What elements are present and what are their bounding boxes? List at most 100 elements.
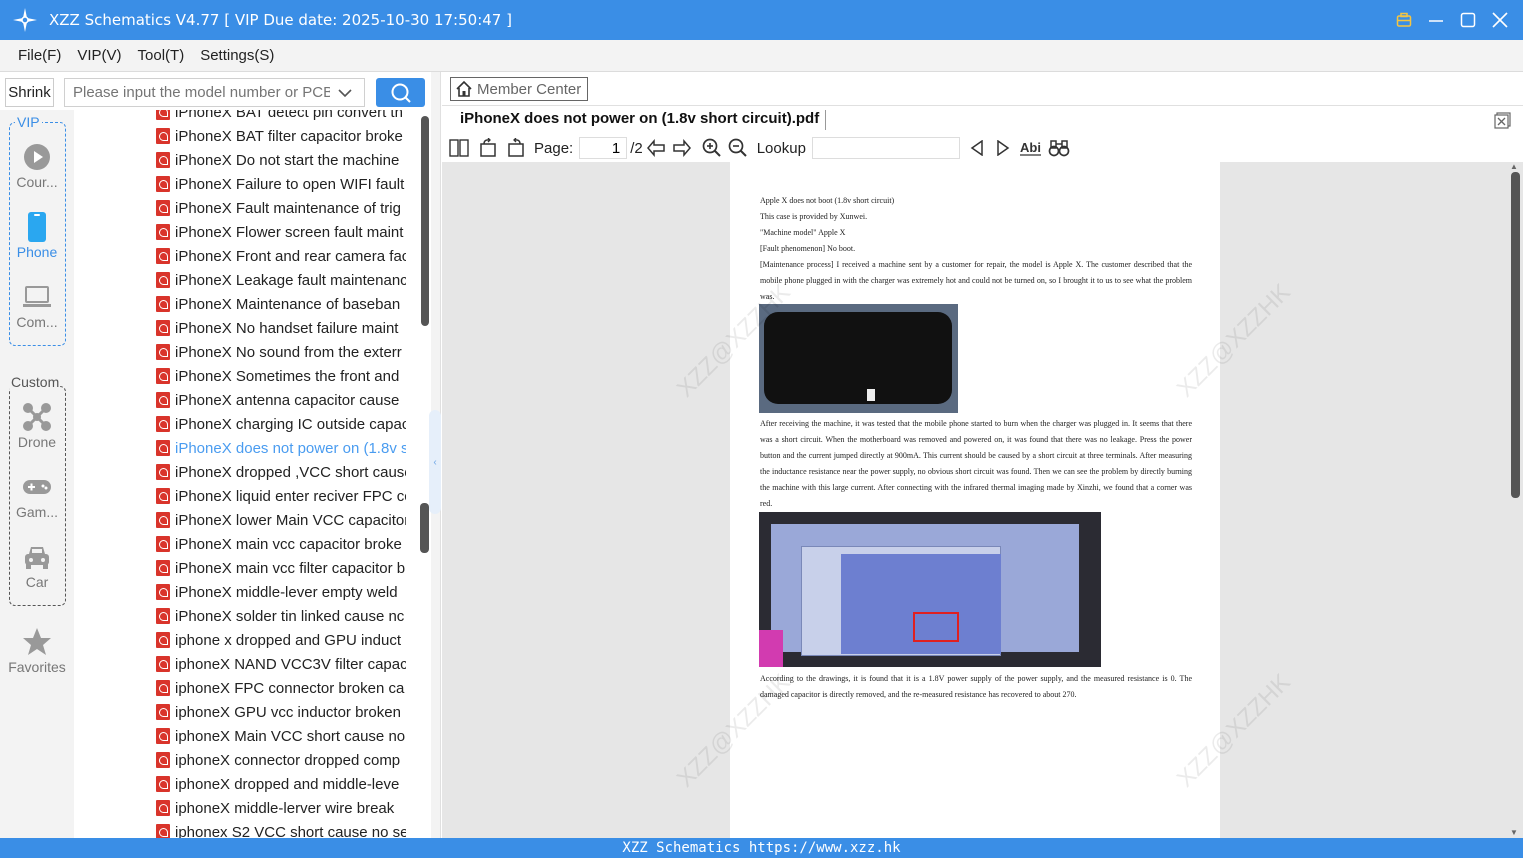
- pdf-file-icon: [156, 320, 170, 336]
- scroll-up-arrow-icon[interactable]: ▲: [1510, 162, 1518, 171]
- home-icon: [456, 80, 472, 97]
- list-item[interactable]: iphoneX dropped and middle-leve: [156, 772, 406, 796]
- sidebar-item-favorites[interactable]: Favorites: [0, 625, 74, 675]
- file-list-scrollbar[interactable]: [421, 116, 429, 326]
- list-item-label: iphonex S2 VCC short cause no ser: [175, 823, 406, 839]
- list-item[interactable]: iPhoneX solder tin linked cause nc: [156, 604, 406, 628]
- sidebar-item-label: Phone: [16, 244, 58, 260]
- list-item[interactable]: iPhoneX No sound from the exterr: [156, 340, 406, 364]
- sidebar-item-courses[interactable]: Cour...: [0, 140, 74, 190]
- pdf-file-icon: [156, 344, 170, 360]
- list-item[interactable]: iPhoneX liquid enter reciver FPC cc: [156, 484, 406, 508]
- pdf-file-icon: [156, 752, 170, 768]
- list-item-label: iPhoneX Sometimes the front and: [175, 367, 400, 385]
- list-item[interactable]: iphoneX GPU vcc inductor broken: [156, 700, 406, 724]
- close-tabs-icon[interactable]: [1494, 112, 1511, 129]
- list-item[interactable]: iPhoneX BAT detect pin convert th: [156, 110, 406, 124]
- list-item[interactable]: iPhoneX Flower screen fault maint: [156, 220, 406, 244]
- list-item[interactable]: iPhoneX lower Main VCC capacitor: [156, 508, 406, 532]
- two-page-view-icon[interactable]: [448, 137, 470, 159]
- member-center-button[interactable]: Member Center: [450, 77, 588, 101]
- list-item[interactable]: iphoneX connector dropped comp: [156, 748, 406, 772]
- pdf-toolbar: Page: /2 Lookup Abi: [442, 134, 1523, 162]
- list-item[interactable]: iPhoneX Maintenance of baseban: [156, 292, 406, 316]
- viewer-scrollbar[interactable]: [1511, 172, 1520, 498]
- find-next-icon[interactable]: [992, 137, 1014, 159]
- menu-settings[interactable]: Settings(S): [200, 47, 274, 64]
- sidebar-item-game[interactable]: Gam...: [0, 470, 74, 520]
- zoom-out-icon[interactable]: [727, 137, 749, 159]
- list-item[interactable]: iPhoneX Failure to open WIFI fault: [156, 172, 406, 196]
- pdf-file-icon: [156, 110, 170, 120]
- shrink-button[interactable]: Shrink: [5, 78, 54, 107]
- list-item-label: iPhoneX antenna capacitor cause: [175, 391, 400, 409]
- list-item[interactable]: iPhoneX Front and rear camera fac: [156, 244, 406, 268]
- list-item[interactable]: iPhoneX dropped ,VCC short cause: [156, 460, 406, 484]
- close-button[interactable]: [1491, 11, 1509, 29]
- window-title: XZZ Schematics V4.77 [ VIP Due date: 202…: [49, 11, 512, 29]
- find-previous-icon[interactable]: [966, 137, 988, 159]
- pdf-file-icon: [156, 272, 170, 288]
- page-label: Page:: [534, 139, 574, 157]
- list-item[interactable]: iPhoneX does not power on (1.8v s: [156, 436, 406, 460]
- search-input[interactable]: [65, 84, 330, 101]
- category-sidebar: VIP Cour... Phone Com... Custom Drone Ga…: [0, 110, 74, 838]
- rotate-left-icon[interactable]: [478, 137, 500, 159]
- pdf-viewer[interactable]: Apple X does not boot (1.8v short circui…: [442, 162, 1523, 838]
- sidebar-item-drone[interactable]: Drone: [0, 400, 74, 450]
- match-case-icon[interactable]: Abi: [1018, 137, 1044, 159]
- list-item-label: iphoneX middle-lerver wire break: [175, 799, 395, 817]
- previous-page-arrow-icon[interactable]: [645, 137, 667, 159]
- list-item[interactable]: iPhoneX main vcc capacitor broke: [156, 532, 406, 556]
- briefcase-icon[interactable]: [1395, 11, 1413, 29]
- menu-file[interactable]: File(F): [18, 47, 61, 64]
- gamepad-icon: [0, 470, 74, 504]
- minimize-button[interactable]: [1427, 11, 1445, 29]
- list-item[interactable]: iPhoneX BAT filter capacitor broke: [156, 124, 406, 148]
- list-item-label: iPhoneX charging IC outside capac: [175, 415, 406, 433]
- list-item[interactable]: iphonex S2 VCC short cause no ser: [156, 820, 406, 838]
- list-item[interactable]: iPhoneX Leakage fault maintenanc: [156, 268, 406, 292]
- scroll-down-arrow-icon[interactable]: ▼: [1510, 828, 1518, 837]
- sidebar-item-phone[interactable]: Phone: [0, 210, 74, 260]
- list-item[interactable]: iPhoneX antenna capacitor cause: [156, 388, 406, 412]
- list-item[interactable]: iPhoneX Do not start the machine: [156, 148, 406, 172]
- collapse-panel-handle[interactable]: ‹: [429, 410, 441, 514]
- sidebar-item-computer[interactable]: Com...: [0, 280, 74, 330]
- list-item[interactable]: iphoneX middle-lerver wire break: [156, 796, 406, 820]
- sidebar-item-label: Car: [25, 574, 49, 590]
- pdf-file-icon: [156, 248, 170, 264]
- list-item-label: iPhoneX No sound from the exterr: [175, 343, 402, 361]
- tab-separator: [825, 110, 826, 130]
- list-item[interactable]: iPhoneX middle-lever empty weld: [156, 580, 406, 604]
- list-item[interactable]: iPhoneX Sometimes the front and: [156, 364, 406, 388]
- pdf-file-icon: [156, 464, 170, 480]
- pdf-file-icon: [156, 128, 170, 144]
- list-item[interactable]: iPhoneX main vcc filter capacitor b: [156, 556, 406, 580]
- lookup-input[interactable]: [811, 137, 960, 159]
- menu-tool[interactable]: Tool(T): [138, 47, 185, 64]
- page-number-input[interactable]: [579, 137, 628, 159]
- list-item-label: iPhoneX Failure to open WIFI fault: [175, 175, 405, 193]
- maximize-button[interactable]: [1459, 11, 1477, 29]
- file-list-scroll-thumb[interactable]: [420, 503, 429, 553]
- menu-vip[interactable]: VIP(V): [77, 47, 121, 64]
- document-tab[interactable]: iPhoneX does not power on (1.8v short ci…: [460, 110, 819, 127]
- list-item[interactable]: iphone x dropped and GPU induct: [156, 628, 406, 652]
- chevron-down-icon[interactable]: [330, 88, 360, 98]
- list-item[interactable]: iphoneX FPC connector broken ca: [156, 676, 406, 700]
- list-item[interactable]: iPhoneX Fault maintenance of trig: [156, 196, 406, 220]
- model-search-combo[interactable]: [64, 78, 365, 107]
- search-button[interactable]: [376, 78, 425, 107]
- pdf-file-icon: [156, 296, 170, 312]
- car-icon: [0, 540, 74, 574]
- rotate-right-icon[interactable]: [504, 137, 526, 159]
- zoom-in-icon[interactable]: [701, 137, 723, 159]
- next-page-arrow-icon[interactable]: [671, 137, 693, 159]
- list-item[interactable]: iPhoneX charging IC outside capac: [156, 412, 406, 436]
- list-item[interactable]: iphoneX NAND VCC3V filter capac: [156, 652, 406, 676]
- binoculars-icon[interactable]: [1048, 137, 1070, 159]
- sidebar-item-car[interactable]: Car: [0, 540, 74, 590]
- list-item[interactable]: iPhoneX No handset failure maint: [156, 316, 406, 340]
- list-item[interactable]: iphoneX Main VCC short cause no: [156, 724, 406, 748]
